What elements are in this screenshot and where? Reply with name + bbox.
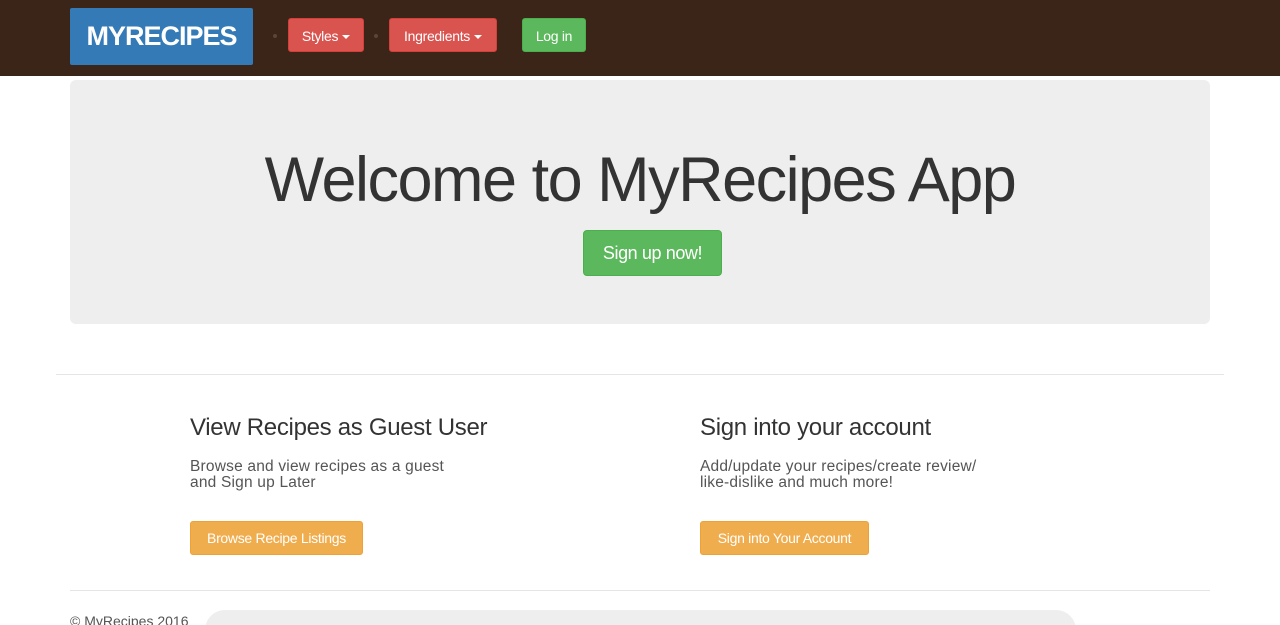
login-button[interactable]: Log in — [522, 18, 586, 52]
page-title: Welcome to MyRecipes App — [264, 145, 1017, 215]
sign-into-account-button[interactable]: Sign into Your Account — [700, 521, 869, 555]
footer-copyright: © MyRecipes 2016 — [70, 613, 189, 625]
caret-down-icon — [342, 35, 351, 40]
ingredients-dropdown-label: Ingredients — [404, 28, 470, 44]
guest-section-text: Browse and view recipes as a guest and S… — [190, 458, 445, 491]
caret-down-icon — [473, 35, 482, 40]
account-section-text: Add/update your recipes/create review/ l… — [700, 458, 977, 491]
styles-dropdown-button[interactable]: Styles — [288, 18, 364, 52]
ingredients-dropdown-button[interactable]: Ingredients — [389, 18, 497, 52]
styles-dropdown-label: Styles — [301, 28, 339, 44]
top-navbar: MYRECIPES Styles Ingredients Log in — [0, 0, 1280, 76]
footer-divider — [70, 590, 1210, 591]
signup-button[interactable]: Sign up now! — [583, 230, 722, 276]
brand-logo-link[interactable]: MYRECIPES — [70, 8, 253, 65]
browse-recipes-button[interactable]: Browse Recipe Listings — [190, 521, 363, 555]
account-section-heading: Sign into your account — [700, 414, 931, 441]
nav-separator-dot — [273, 34, 277, 38]
nav-separator-dot — [374, 34, 378, 38]
guest-section-heading: View Recipes as Guest User — [190, 414, 488, 441]
footer-nav-bar — [205, 610, 1076, 625]
section-divider — [56, 374, 1224, 375]
